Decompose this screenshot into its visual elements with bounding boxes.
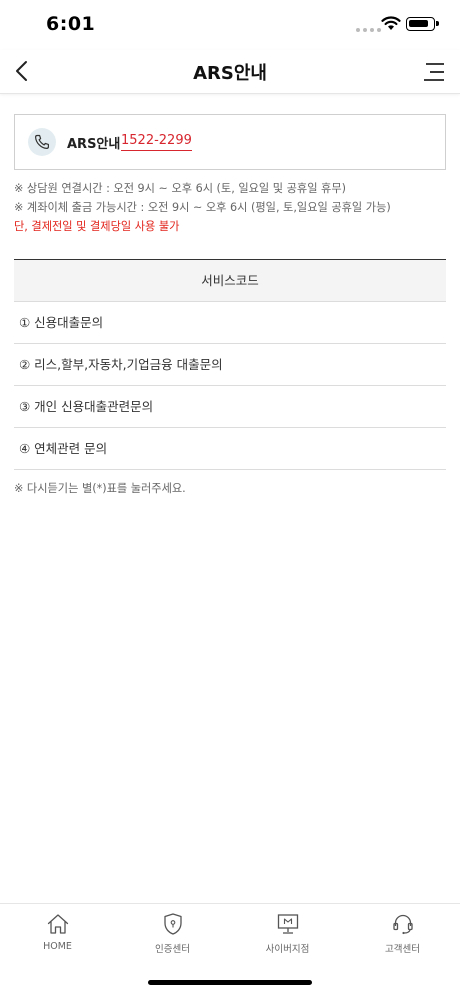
- service-code-table: 서비스코드 ① 신용대출문의 ② 리스,할부,자동차,기업금융 대출문의 ③ 개…: [14, 259, 446, 470]
- shield-icon: [164, 913, 182, 935]
- tab-customer-center[interactable]: 고객센터: [345, 904, 460, 964]
- note-transfer-hours: ※ 계좌이체 출금 가능시간 : 오전 9시 ~ 오후 6시 (평일, 토,일요…: [14, 201, 391, 214]
- tab-auth-center[interactable]: 인증센터: [115, 904, 230, 964]
- table-row: ② 리스,할부,자동차,기업금융 대출문의: [14, 344, 446, 386]
- replay-note: ※ 다시듣기는 별(*)표를 눌러주세요.: [14, 482, 186, 495]
- table-row: ① 신용대출문의: [14, 302, 446, 344]
- menu-icon[interactable]: [420, 58, 448, 86]
- monitor-icon: [277, 914, 299, 934]
- tab-label: HOME: [43, 941, 72, 952]
- table-row: ③ 개인 신용대출관련문의: [14, 386, 446, 428]
- tab-label: 사이버지점: [265, 944, 310, 955]
- wifi-icon: [381, 16, 401, 30]
- headset-icon: [393, 914, 413, 935]
- ars-phone-number-link[interactable]: 1522-2299: [121, 133, 192, 151]
- table-row: ④ 연체관련 문의: [14, 428, 446, 470]
- ars-label: ARS안내: [67, 137, 121, 152]
- tab-label: 인증센터: [155, 944, 190, 955]
- phone-icon: [28, 128, 56, 156]
- note-restriction: 단, 결제전일 및 결제당일 사용 불가: [14, 220, 180, 233]
- battery-icon: [406, 17, 439, 31]
- notes: ※ 상담원 연결시간 : 오전 9시 ~ 오후 6시 (토, 일요일 및 공휴일…: [14, 179, 454, 236]
- table-header: 서비스코드: [14, 260, 446, 302]
- status-bar: 6:01: [0, 0, 460, 50]
- home-indicator: [148, 980, 312, 985]
- ars-card: ARS안내 1522-2299: [14, 114, 446, 170]
- page-title: ARS안내: [193, 63, 267, 84]
- signal-dots-icon: [356, 28, 381, 32]
- tab-label: 고객센터: [385, 944, 420, 955]
- tab-home[interactable]: HOME: [0, 904, 115, 964]
- tab-cyber-branch[interactable]: 사이버지점: [230, 904, 345, 964]
- nav-bar: ARS안내: [0, 50, 460, 94]
- note-counsel-hours: ※ 상담원 연결시간 : 오전 9시 ~ 오후 6시 (토, 일요일 및 공휴일…: [14, 182, 346, 195]
- status-time: 6:01: [46, 13, 96, 35]
- home-icon: [47, 914, 69, 934]
